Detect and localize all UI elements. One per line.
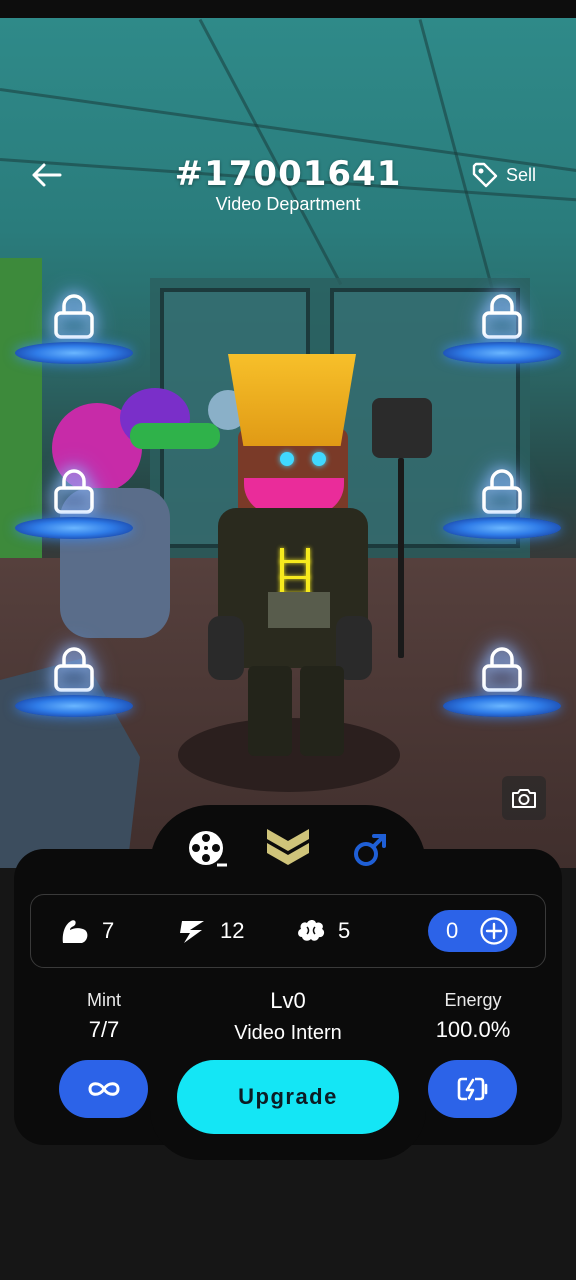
brain-icon	[298, 920, 325, 941]
lock-icon	[54, 469, 94, 514]
lock-icon	[54, 294, 94, 339]
equipment-slot-right-2[interactable]	[443, 467, 561, 547]
mint-info: Mint 7/7	[44, 990, 164, 1043]
sell-label: Sell	[506, 164, 537, 185]
level-info: Lv0 Video Intern	[188, 988, 388, 1045]
lock-icon	[54, 647, 94, 692]
flexed-arm-icon	[62, 920, 88, 943]
equipment-slot-right-3[interactable]	[443, 645, 561, 725]
equipment-slot-left-1[interactable]	[15, 292, 133, 372]
lock-icon	[482, 647, 522, 692]
status-bar	[0, 0, 576, 18]
equipment-slot-right-1[interactable]	[443, 292, 561, 372]
mint-label: Mint	[86, 990, 121, 1010]
stat-strength-value: 7	[102, 918, 115, 943]
department-subtitle: Video Department	[215, 194, 361, 214]
lightning-icon	[180, 921, 204, 943]
stat-intellect: 5	[296, 916, 350, 946]
mint-value: 7/7	[88, 1017, 120, 1042]
character-avatar	[200, 348, 380, 768]
plus-circle-icon	[480, 917, 508, 945]
energy-info: Energy 100.0%	[403, 990, 543, 1043]
chevron-rank-icon[interactable]	[264, 826, 312, 866]
equipment-slot-left-3[interactable]	[15, 645, 133, 725]
upgrade-button[interactable]: Upgrade	[177, 1060, 399, 1134]
equipment-slot-left-2[interactable]	[15, 467, 133, 547]
unallocated-points: 0	[446, 918, 459, 943]
mint-button[interactable]	[59, 1060, 148, 1118]
film-reel-icon[interactable]	[187, 829, 227, 869]
level-label: Lv0	[270, 988, 306, 1013]
energy-label: Energy	[444, 990, 502, 1010]
stat-agility-value: 12	[220, 918, 245, 943]
male-icon[interactable]	[352, 832, 388, 868]
add-points-button[interactable]: 0	[428, 910, 517, 952]
camera-icon	[512, 789, 536, 808]
price-tag-icon	[472, 162, 498, 188]
energy-value: 100.0%	[435, 1017, 511, 1042]
stat-strength: 7	[60, 916, 114, 946]
stat-agility: 12	[178, 916, 244, 946]
lock-icon	[482, 469, 522, 514]
sell-button[interactable]: Sell	[470, 160, 536, 190]
infinity-icon	[87, 1082, 120, 1096]
character-scene	[0, 18, 576, 868]
battery-charge-icon	[457, 1077, 487, 1101]
stat-intellect-value: 5	[338, 918, 351, 943]
camera-button[interactable]	[502, 776, 546, 820]
energy-button[interactable]	[428, 1060, 517, 1118]
lock-icon	[482, 294, 522, 339]
level-title: Video Intern	[234, 1022, 342, 1044]
